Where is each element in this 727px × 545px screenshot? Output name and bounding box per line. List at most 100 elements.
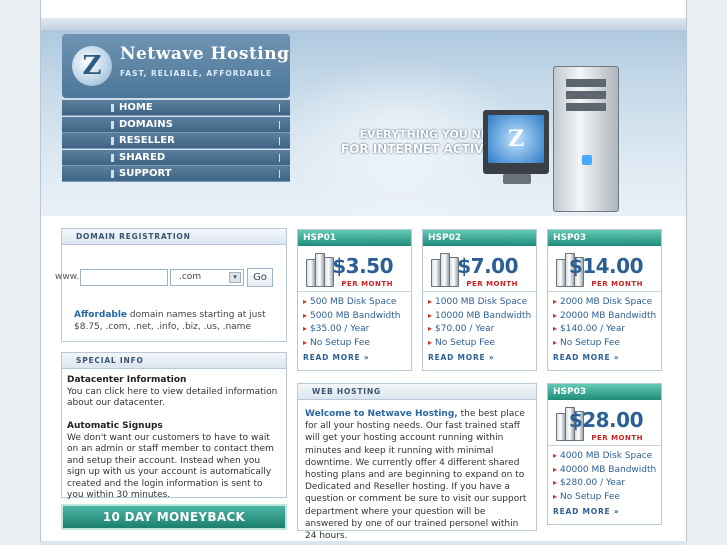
feature-item: No Setup Fee	[553, 490, 661, 504]
www-label: www.	[55, 272, 80, 282]
logo-mark-icon: Z	[72, 46, 112, 86]
separator-icon	[279, 104, 280, 112]
web-hosting-body: the best place for all your hosting need…	[305, 409, 527, 542]
feature-item: No Setup Fee	[428, 336, 536, 350]
plan-price: $14.00	[568, 254, 644, 278]
footer-divider	[40, 541, 687, 545]
nav-item-support[interactable]: SUPPORT	[62, 166, 290, 182]
feature-item: 20000 MB Bandwidth	[553, 309, 661, 323]
read-more-link[interactable]: READ MORE »	[548, 503, 661, 516]
bullet-icon	[111, 170, 114, 178]
plan-card-hsp01: HSP01 $3.50 PER MONTH 500 MB Disk Space …	[297, 229, 412, 371]
plan-period: PER MONTH	[466, 280, 518, 288]
read-more-link[interactable]: READ MORE »	[423, 349, 536, 362]
feature-item: 4000 MB Disk Space	[553, 449, 661, 463]
feature-item: 10000 MB Bandwidth	[428, 309, 536, 323]
plan-name: HSP03	[548, 384, 661, 400]
bullet-icon	[111, 104, 114, 112]
monitor-icon: Z	[483, 110, 549, 174]
promo-text: EVERYTHING YOU NEED FOR INTERNET ACTIVIT…	[341, 128, 505, 156]
nav-label: HOME	[119, 102, 153, 113]
logo[interactable]: Z Netwave Hosting FAST, RELIABLE, AFFORD…	[62, 34, 290, 98]
special-info-panel: SPECIAL INFO Datacenter Information You …	[61, 352, 287, 500]
logo-title: Netwave Hosting	[120, 44, 290, 64]
nav-item-home[interactable]: HOME	[62, 100, 290, 116]
tld-select[interactable]: .com ▾	[170, 269, 244, 286]
moneyback-guarantee-banner[interactable]: 10 DAY MONEYBACK GUARANTEE	[61, 504, 287, 545]
panel-title: WEB HOSTING	[298, 384, 536, 400]
monitor-screen: Z	[488, 115, 544, 163]
separator-icon	[279, 137, 280, 145]
nav-item-shared[interactable]: SHARED	[62, 149, 290, 166]
go-button[interactable]: Go	[247, 268, 273, 287]
domain-promo-bold: Affordable	[74, 310, 128, 320]
read-more-link[interactable]: READ MORE »	[298, 349, 411, 362]
feature-item: No Setup Fee	[303, 336, 411, 350]
special-info-body: Datacenter Information You can click her…	[62, 369, 286, 502]
plan-name: HSP01	[298, 230, 411, 246]
plan-period: PER MONTH	[341, 280, 393, 288]
separator-icon	[279, 170, 280, 178]
panel-title: DOMAIN REGISTRATION	[62, 229, 286, 245]
plan-price-block: $28.00 PER MONTH	[548, 400, 661, 446]
feature-item: $140.00 / Year	[553, 322, 661, 336]
plan-period: PER MONTH	[591, 280, 643, 288]
nav-item-reseller[interactable]: RESELLER	[62, 133, 290, 149]
plan-price: $28.00	[568, 408, 644, 432]
feature-item: 1000 MB Disk Space	[428, 295, 536, 309]
feature-item: 2000 MB Disk Space	[553, 295, 661, 309]
drive-bay	[566, 79, 606, 87]
promo-line2: FOR INTERNET ACTIVITY	[341, 142, 505, 156]
plan-features: 4000 MB Disk Space 40000 MB Bandwidth $2…	[548, 446, 661, 503]
tld-value: .com	[179, 272, 202, 282]
plan-price: $7.00	[457, 254, 518, 278]
monitor-stand	[503, 174, 531, 184]
feature-item: $280.00 / Year	[553, 476, 661, 490]
plan-card-hsp02: HSP02 $7.00 PER MONTH 1000 MB Disk Space…	[422, 229, 537, 371]
separator-icon	[279, 153, 280, 162]
header-banner: Z Netwave Hosting FAST, RELIABLE, AFFORD…	[41, 18, 686, 216]
bullet-icon	[111, 120, 114, 129]
domain-input[interactable]	[80, 269, 168, 286]
plan-features: 1000 MB Disk Space 10000 MB Bandwidth $7…	[423, 292, 536, 349]
bullet-icon	[111, 137, 114, 145]
feature-item: $35.00 / Year	[303, 322, 411, 336]
info-heading: Datacenter Information	[67, 375, 187, 385]
logo-tagline: FAST, RELIABLE, AFFORDABLE	[120, 69, 273, 78]
nav-label: RESELLER	[119, 135, 175, 146]
separator-icon	[279, 120, 280, 129]
plan-card-hsp03: HSP03 $14.00 PER MONTH 2000 MB Disk Spac…	[547, 229, 662, 371]
plan-price-block: $3.50 PER MONTH	[298, 246, 411, 292]
feature-item: $70.00 / Year	[428, 322, 536, 336]
drive-bay	[566, 103, 606, 111]
plan-price-block: $7.00 PER MONTH	[423, 246, 536, 292]
chevron-down-icon: ▾	[229, 272, 241, 283]
info-body[interactable]: You can click here to view detailed info…	[67, 387, 277, 409]
info-body: We don't want our customers to have to w…	[67, 432, 274, 501]
promo-line1: EVERYTHING YOU NEED	[359, 128, 505, 141]
main-nav: HOME DOMAINS RESELLER SHARED SUPPORT	[62, 100, 290, 183]
power-led	[582, 155, 592, 165]
info-heading: Automatic Signups	[67, 421, 163, 431]
read-more-link[interactable]: READ MORE »	[548, 349, 661, 362]
plan-features: 2000 MB Disk Space 20000 MB Bandwidth $1…	[548, 292, 661, 349]
nav-item-domains[interactable]: DOMAINS	[62, 116, 290, 133]
plan-price: $3.50	[332, 254, 393, 278]
feature-item: 5000 MB Bandwidth	[303, 309, 411, 323]
domain-promo-text: Affordable domain names starting at just…	[74, 309, 288, 333]
web-hosting-text: Welcome to Netwave Hosting, the best pla…	[298, 400, 536, 542]
plan-card-hsp03-alt: HSP03 $28.00 PER MONTH 4000 MB Disk Spac…	[547, 383, 662, 525]
feature-item: No Setup Fee	[553, 336, 661, 350]
plan-name: HSP03	[548, 230, 661, 246]
web-hosting-panel: WEB HOSTING Welcome to Netwave Hosting, …	[297, 383, 537, 541]
plan-name: HSP02	[423, 230, 536, 246]
nav-label: SUPPORT	[119, 168, 172, 179]
server-tower-icon	[553, 66, 619, 212]
feature-item: 40000 MB Bandwidth	[553, 463, 661, 477]
feature-item: 500 MB Disk Space	[303, 295, 411, 309]
nav-label: SHARED	[119, 151, 166, 163]
plan-period: PER MONTH	[591, 434, 643, 442]
panel-title: SPECIAL INFO	[62, 353, 286, 369]
plan-price-block: $14.00 PER MONTH	[548, 246, 661, 292]
nav-label: DOMAINS	[119, 118, 173, 130]
